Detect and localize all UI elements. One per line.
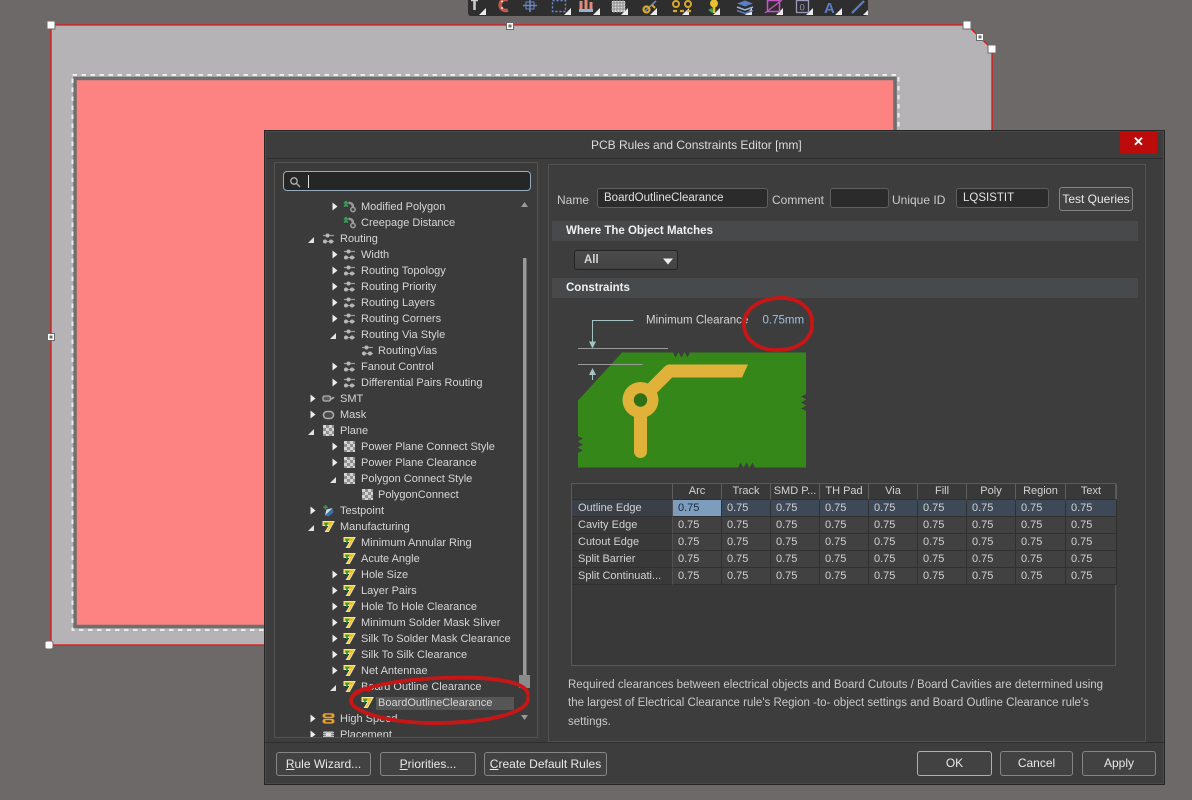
svg-text:0: 0 bbox=[800, 3, 805, 14]
svg-text:Minimum Clearance: Minimum Clearance bbox=[646, 315, 748, 327]
svg-text:0.75mm: 0.75mm bbox=[763, 315, 805, 327]
svg-text:A: A bbox=[824, 0, 835, 16]
